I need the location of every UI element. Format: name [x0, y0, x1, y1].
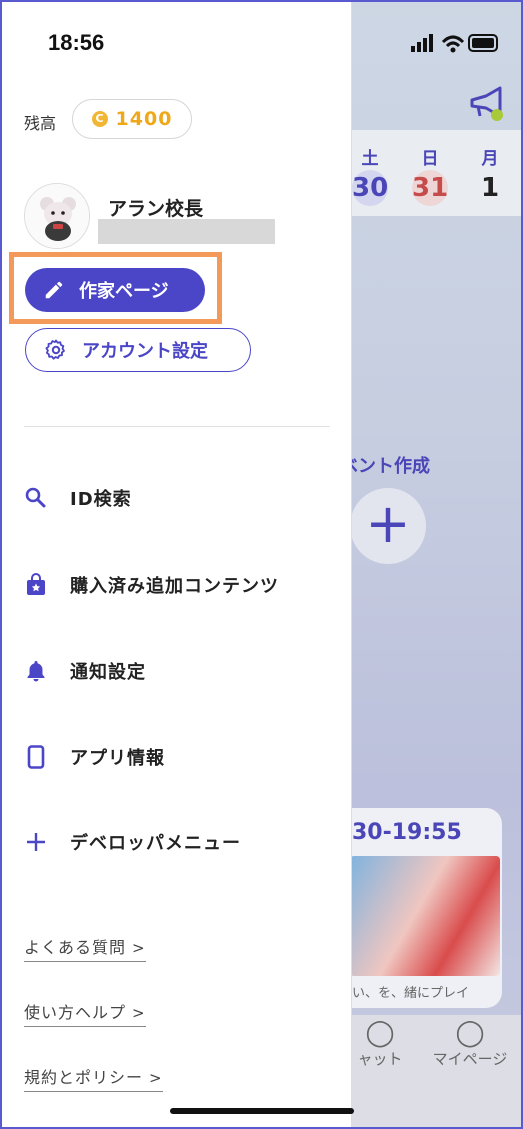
search-icon	[25, 487, 46, 508]
shopping-bag-icon	[27, 573, 45, 595]
pencil-icon	[45, 281, 63, 299]
account-settings-button[interactable]: アカウント設定	[25, 328, 251, 372]
menu-item-label: アプリ情報	[70, 748, 165, 769]
menu-item-app-info[interactable]: アプリ情報	[24, 737, 334, 777]
user-id-redacted	[98, 219, 275, 244]
plus-icon	[27, 833, 45, 851]
balance-pill[interactable]: C 1400	[72, 99, 192, 139]
menu-item-label: デベロッパメニュー	[70, 833, 241, 854]
menu-item-purchased-content[interactable]: 購入済み追加コンテンツ	[24, 565, 334, 605]
home-indicator[interactable]	[170, 1108, 354, 1114]
balance-label: 残高	[24, 114, 57, 133]
bear-avatar-icon	[25, 184, 89, 248]
status-icons	[411, 34, 498, 53]
megaphone-icon[interactable]	[466, 86, 512, 124]
event-create-label: ベント作成	[340, 456, 430, 477]
author-page-label: 作家ページ	[79, 281, 169, 302]
calendar-day[interactable]: 31	[400, 170, 460, 206]
link-help[interactable]: 使い方ヘルプ >	[24, 999, 146, 1027]
bell-icon	[27, 661, 45, 682]
tab-mypage[interactable]: ◯ マイページ	[420, 1018, 520, 1069]
menu-item-developer-menu[interactable]: デベロッパメニュー	[24, 822, 334, 862]
side-drawer: 18:56 残高 C 1400 アラン校長 作家ページ アカウント設定 ID検索…	[0, 0, 352, 1129]
user-name: アラン校長	[108, 198, 204, 220]
add-event-button[interactable]: +	[350, 488, 426, 564]
menu-item-label: 購入済み追加コンテンツ	[70, 576, 279, 597]
calendar-day[interactable]: 1	[460, 170, 520, 206]
tab-chat[interactable]: ◯ ャット	[350, 1018, 410, 1069]
event-time: 30-19:55	[352, 820, 462, 845]
chevron-right-icon: >	[149, 1069, 163, 1087]
chevron-right-icon: >	[132, 939, 146, 957]
calendar-dow: 月	[481, 149, 499, 169]
coin-icon: C	[91, 111, 108, 127]
menu-item-label: 通知設定	[70, 662, 146, 683]
gear-icon	[45, 339, 65, 360]
person-icon: ◯	[455, 1018, 485, 1048]
link-terms-policy[interactable]: 規約とポリシー >	[24, 1064, 163, 1092]
menu-item-notification-settings[interactable]: 通知設定	[24, 651, 334, 691]
event-caption: い、を、緒にプレイ	[352, 986, 470, 1001]
menu-item-label: ID検索	[70, 489, 132, 510]
status-time: 18:56	[48, 30, 105, 55]
calendar-dow: 日	[421, 149, 439, 169]
link-faq[interactable]: よくある質問 >	[24, 934, 146, 962]
account-settings-label: アカウント設定	[82, 341, 208, 362]
chevron-right-icon: >	[132, 1004, 146, 1022]
event-thumbnail	[350, 856, 500, 976]
event-card[interactable]: 30-19:55 い、を、緒にプレイ	[330, 808, 502, 1008]
menu-item-id-search[interactable]: ID検索	[24, 478, 334, 518]
divider	[24, 426, 330, 427]
chat-icon: ◯	[365, 1018, 395, 1048]
author-page-button[interactable]: 作家ページ	[25, 268, 205, 312]
balance-value: 1400	[115, 108, 173, 130]
avatar[interactable]	[24, 183, 90, 249]
phone-icon	[27, 745, 45, 769]
